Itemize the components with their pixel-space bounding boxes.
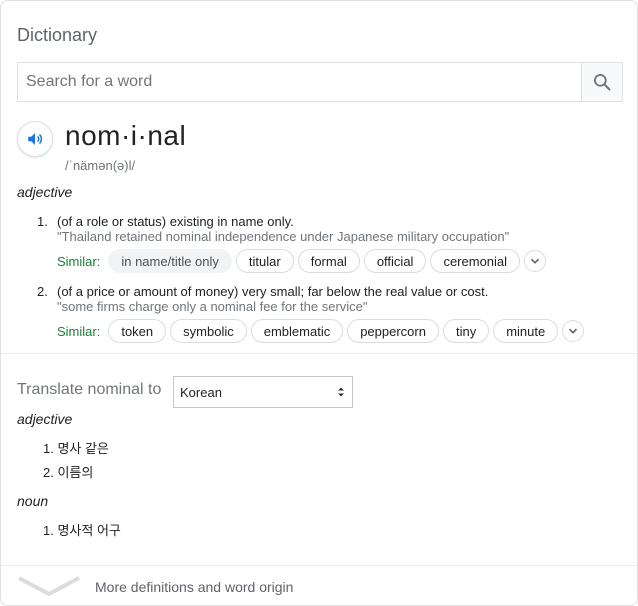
similar-chip[interactable]: formal [297, 249, 360, 273]
phonetic: /ˈnämən(ə)l/ [65, 158, 136, 173]
similar-row: Similar: token symbolic emblematic peppe… [57, 319, 585, 343]
similar-chip[interactable]: peppercorn [347, 319, 439, 343]
section-divider [1, 353, 637, 354]
similar-chip[interactable]: minute [493, 319, 559, 343]
search-box [17, 62, 623, 102]
select-arrows-icon [338, 387, 344, 397]
translation-pos: noun [17, 493, 49, 509]
similar-chip[interactable]: titular [235, 249, 294, 273]
similar-chip[interactable]: token [108, 319, 167, 343]
similar-chip[interactable]: official [363, 249, 427, 273]
pronounce-button[interactable] [17, 121, 53, 157]
similar-chip[interactable]: emblematic [250, 319, 344, 343]
headword: nom·i·nal [65, 120, 187, 151]
card-title: Dictionary [17, 25, 98, 45]
part-of-speech: adjective [17, 184, 73, 200]
search-icon [594, 74, 611, 91]
search-input[interactable] [18, 63, 581, 101]
expand-similar-button[interactable] [524, 250, 547, 272]
language-select-value: Korean [180, 384, 222, 400]
language-select[interactable]: Korean [173, 376, 353, 408]
definition-example: "some firms charge only a nominal fee fo… [57, 299, 368, 314]
similar-chip[interactable]: symbolic [170, 319, 247, 343]
translation-item: 1. 명사적 어구 [43, 523, 121, 538]
translate-label: Translate nominal to [17, 381, 162, 398]
chevron-down-icon [530, 258, 540, 264]
definition-number: 1. [37, 214, 48, 229]
definition-text: (of a role or status) existing in name o… [57, 214, 294, 229]
search-button[interactable] [581, 63, 622, 101]
translation-pos: adjective [17, 411, 73, 427]
dictionary-card: Dictionary nom·i·nal /ˈnämən(ə)l/ adject… [0, 0, 638, 606]
definition-text: (of a price or amount of money) very sma… [57, 284, 489, 299]
chevron-down-icon[interactable] [17, 575, 81, 597]
more-definitions-link[interactable]: More definitions and word origin [95, 579, 293, 595]
similar-label: Similar: [57, 323, 101, 339]
translation-item: 2. 이름의 [43, 465, 94, 480]
similar-chip[interactable]: tiny [442, 319, 490, 343]
similar-row: Similar: in name/title only titular form… [57, 249, 547, 273]
chevron-down-icon [569, 328, 578, 334]
expand-similar-button[interactable] [562, 320, 585, 342]
similar-label: Similar: [57, 253, 101, 269]
translation-item: 1. 명사 같은 [43, 441, 109, 456]
definition-example: "Thailand retained nominal independence … [57, 229, 510, 244]
similar-chip[interactable]: in name/title only [108, 249, 232, 273]
speaker-icon [28, 133, 43, 145]
definition-number: 2. [37, 284, 48, 299]
similar-chip[interactable]: ceremonial [430, 249, 521, 273]
footer-divider [1, 565, 637, 566]
